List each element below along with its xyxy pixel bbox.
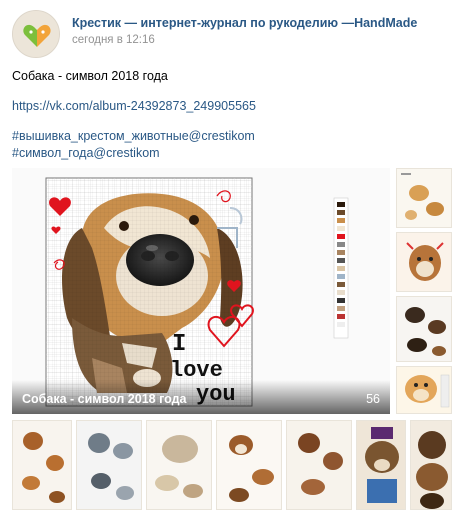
cross-stitch-pattern-image: I love you: [12, 168, 390, 414]
dog-pattern-image: [77, 421, 141, 509]
post-date[interactable]: сегодня в 12:16: [72, 34, 155, 46]
album-thumbnail[interactable]: [76, 420, 142, 510]
dog-pattern-image: [397, 169, 451, 227]
dog-pattern-image: [13, 421, 71, 509]
dog-pattern-image: [287, 421, 351, 509]
dog-pattern-image: [397, 233, 451, 291]
album-thumbnail[interactable]: [356, 420, 406, 510]
album-thumbnail[interactable]: [396, 232, 452, 292]
album-caption-bar: Собака - символ 2018 года 56: [12, 380, 390, 414]
dog-pattern-image: [147, 421, 211, 509]
dog-pattern-image: [397, 297, 451, 361]
album-title[interactable]: Собака - символ 2018 года: [22, 392, 186, 406]
album-photo-count: 56: [366, 392, 380, 406]
post-author-link[interactable]: Крестик — интернет-журнал по рукоделию —…: [72, 16, 417, 30]
album-link[interactable]: https://vk.com/album-24392873_249905565: [12, 98, 256, 115]
pattern-text-i: I: [172, 331, 186, 358]
album-thumbnail[interactable]: [286, 420, 352, 510]
hashtag-link[interactable]: #символ_года@crestikom: [12, 145, 160, 162]
wall-post: Крестик — интернет-журнал по рукоделию —…: [0, 0, 460, 520]
album-thumbnail[interactable]: [396, 296, 452, 362]
album-thumbnail[interactable]: [410, 420, 452, 510]
album-thumbnail[interactable]: [216, 420, 282, 510]
album-thumbnail[interactable]: [396, 366, 452, 414]
album-thumbnail[interactable]: [396, 168, 452, 228]
album-thumbnail[interactable]: [146, 420, 212, 510]
dog-pattern-image: [357, 421, 405, 509]
heart-logo-icon: [13, 11, 59, 57]
album-main-photo[interactable]: I love you: [12, 168, 390, 414]
dog-pattern-image: [397, 367, 451, 413]
hashtag-link[interactable]: #вышивка_крестом_животные@crestikom: [12, 128, 255, 145]
album-thumbnail[interactable]: [12, 420, 72, 510]
dog-pattern-image: [217, 421, 281, 509]
post-title: Собака - символ 2018 года: [12, 69, 168, 83]
dog-pattern-image: [411, 421, 451, 509]
community-avatar[interactable]: [12, 10, 60, 58]
